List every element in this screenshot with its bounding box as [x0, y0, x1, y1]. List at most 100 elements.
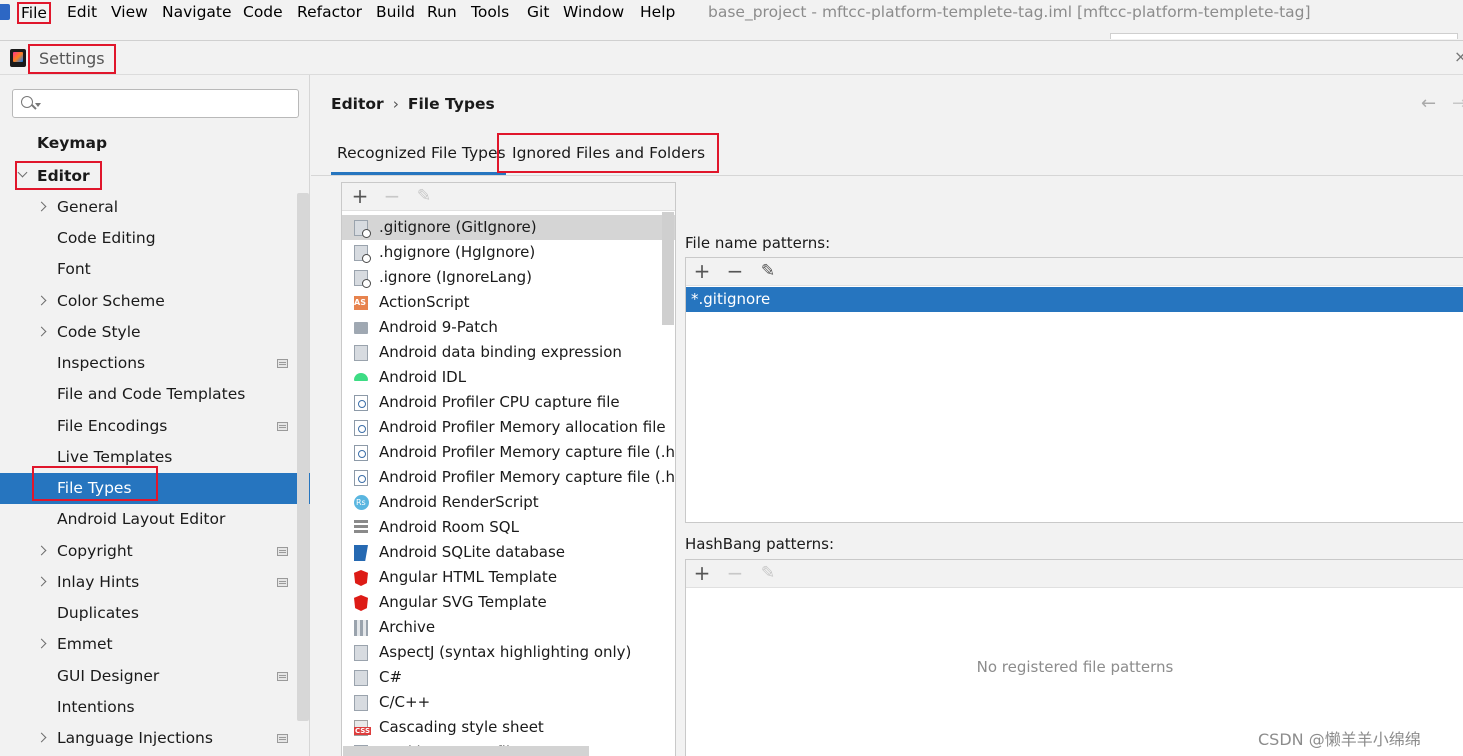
file-type-label: Android 9-Patch — [379, 318, 498, 336]
close-icon[interactable]: × — [1454, 47, 1463, 66]
watermark: CSDN @懒羊羊小绵绵 — [1258, 730, 1421, 749]
renderscript-icon — [354, 495, 369, 510]
menu-view[interactable]: View — [109, 2, 150, 24]
sidebar-item-file-encodings[interactable]: File Encodings — [0, 411, 310, 442]
chevron-right-icon[interactable] — [36, 201, 47, 212]
file-type-row-angular-svg[interactable]: Angular SVG Template — [342, 590, 675, 615]
menu-help[interactable]: Help — [638, 2, 677, 24]
chevron-down-icon[interactable] — [17, 167, 28, 178]
settings-search[interactable] — [12, 89, 299, 118]
sidebar-item-emmet[interactable]: Emmet — [0, 629, 310, 660]
remove-file-type-button[interactable]: − — [380, 185, 404, 209]
file-types-scrollbar[interactable] — [662, 212, 674, 325]
sidebar-item-inlay-hints[interactable]: Inlay Hints — [0, 567, 310, 598]
sidebar-item-label: Live Templates — [57, 448, 173, 466]
sidebar-item-label: Language Injections — [57, 729, 213, 747]
file-type-row-csharp[interactable]: C# — [342, 665, 675, 690]
profiler-icon — [354, 420, 368, 436]
chevron-right-icon[interactable] — [36, 326, 47, 337]
file-type-row-android-9-patch[interactable]: Android 9-Patch — [342, 315, 675, 340]
sidebar-item-language-injections[interactable]: Language Injections — [0, 723, 310, 754]
sidebar-item-general[interactable]: General — [0, 192, 310, 223]
menu-navigate[interactable]: Navigate — [160, 2, 234, 24]
edit-file-type-button[interactable]: ✎ — [412, 185, 436, 209]
sidebar-item-label: General — [57, 198, 119, 216]
chevron-right-icon[interactable] — [36, 638, 47, 649]
file-type-row-aspectj[interactable]: AspectJ (syntax highlighting only) — [342, 640, 675, 665]
file-type-row-ignore[interactable]: .ignore (IgnoreLang) — [342, 265, 675, 290]
sidebar-item-android-layout-editor[interactable]: Android Layout Editor — [0, 504, 310, 535]
file-type-row-data-binding[interactable]: Android data binding expression — [342, 340, 675, 365]
file-type-row-profiler-memory-allocation[interactable]: Android Profiler Memory allocation file — [342, 415, 675, 440]
add-pattern-button[interactable]: + — [690, 260, 714, 284]
file-type-row-hgignore[interactable]: .hgignore (HgIgnore) — [342, 240, 675, 265]
sidebar-item-editor[interactable]: Editor — [0, 161, 310, 192]
sidebar-item-code-style[interactable]: Code Style — [0, 317, 310, 348]
file-type-row-angular-html[interactable]: Angular HTML Template — [342, 565, 675, 590]
menu-run[interactable]: Run — [425, 2, 459, 24]
file-type-row-profiler-cpu[interactable]: Android Profiler CPU capture file — [342, 390, 675, 415]
sidebar-item-copyright[interactable]: Copyright — [0, 536, 310, 567]
sidebar-item-intentions[interactable]: Intentions — [0, 692, 310, 723]
edit-pattern-button[interactable]: ✎ — [756, 260, 780, 284]
edit-hashbang-button[interactable]: ✎ — [756, 562, 780, 586]
sidebar-item-file-and-code-templates[interactable]: File and Code Templates — [0, 379, 310, 410]
file-type-row-cpp[interactable]: C/C++ — [342, 690, 675, 715]
chevron-right-icon[interactable] — [36, 295, 47, 306]
sidebar-item-gui-designer[interactable]: GUI Designer — [0, 661, 310, 692]
actionscript-icon — [354, 296, 368, 310]
menu-file[interactable]: File — [17, 2, 51, 24]
file-type-row-profiler-memory-hp[interactable]: Android Profiler Memory capture file (.h… — [342, 465, 675, 490]
pattern-row-selected[interactable]: *.gitignore — [686, 287, 1463, 312]
sidebar-item-label: File Encodings — [57, 417, 168, 435]
intellij-app-icon — [0, 4, 10, 20]
sidebar-item-label: Duplicates — [57, 604, 139, 622]
menu-tools[interactable]: Tools — [469, 2, 511, 24]
sidebar-item-file-types[interactable]: File Types — [0, 473, 310, 504]
file-type-label: Android Profiler Memory capture file (.h… — [379, 443, 675, 461]
back-arrow-icon[interactable]: ← — [1421, 93, 1436, 114]
chevron-right-icon[interactable] — [36, 732, 47, 743]
sidebar-item-keymap[interactable]: Keymap — [0, 128, 310, 159]
file-type-row-profiler-memory-he[interactable]: Android Profiler Memory capture file (.h… — [342, 440, 675, 465]
file-type-row-room-sql[interactable]: Android Room SQL — [342, 515, 675, 540]
menu-window[interactable]: Window — [561, 2, 626, 24]
remove-hashbang-button[interactable]: − — [723, 562, 747, 586]
breadcrumb-editor[interactable]: Editor — [331, 95, 384, 113]
menu-code[interactable]: Code — [241, 2, 285, 24]
menu-edit[interactable]: Edit — [65, 2, 99, 24]
file-types-horizontal-scrollbar[interactable] — [343, 746, 589, 756]
remove-pattern-button[interactable]: − — [723, 260, 747, 284]
menu-refactor[interactable]: Refactor — [295, 2, 364, 24]
menu-build[interactable]: Build — [374, 2, 417, 24]
sidebar-item-duplicates[interactable]: Duplicates — [0, 598, 310, 629]
add-hashbang-button[interactable]: + — [690, 562, 714, 586]
cpp-icon — [354, 695, 368, 711]
sidebar-item-live-templates[interactable]: Live Templates — [0, 442, 310, 473]
tab-recognized-file-types[interactable]: Recognized File Types — [337, 133, 506, 175]
file-type-label: Angular SVG Template — [379, 593, 547, 611]
file-type-row-sqlite[interactable]: Android SQLite database — [342, 540, 675, 565]
file-type-row-actionscript[interactable]: ActionScript — [342, 290, 675, 315]
file-type-row-archive[interactable]: Archive — [342, 615, 675, 640]
file-type-row-android-idl[interactable]: Android IDL — [342, 365, 675, 390]
forward-arrow-icon[interactable]: → — [1452, 93, 1463, 114]
file-type-label: C# — [379, 668, 403, 686]
sidebar-item-color-scheme[interactable]: Color Scheme — [0, 286, 310, 317]
file-type-row-css[interactable]: Cascading style sheet — [342, 715, 675, 740]
sidebar-item-font[interactable]: Font — [0, 254, 310, 285]
add-file-type-button[interactable]: + — [348, 185, 372, 209]
menu-git[interactable]: Git — [525, 2, 551, 24]
chevron-right-icon[interactable] — [36, 545, 47, 556]
chevron-right-icon[interactable] — [36, 576, 47, 587]
search-dropdown-icon[interactable] — [35, 103, 41, 107]
file-type-row-gitignore[interactable]: .gitignore (GitIgnore) — [342, 215, 675, 240]
sidebar-item-label: Inspections — [57, 354, 146, 372]
settings-search-input[interactable] — [43, 92, 293, 115]
sidebar-item-code-editing[interactable]: Code Editing — [0, 223, 310, 254]
sidebar-item-inspections[interactable]: Inspections — [0, 348, 310, 379]
sidebar-scrollbar[interactable] — [297, 193, 309, 721]
file-type-label: Android Profiler Memory capture file (.h… — [379, 468, 675, 486]
hgignore-file-icon — [354, 245, 371, 263]
file-type-row-renderscript[interactable]: Android RenderScript — [342, 490, 675, 515]
